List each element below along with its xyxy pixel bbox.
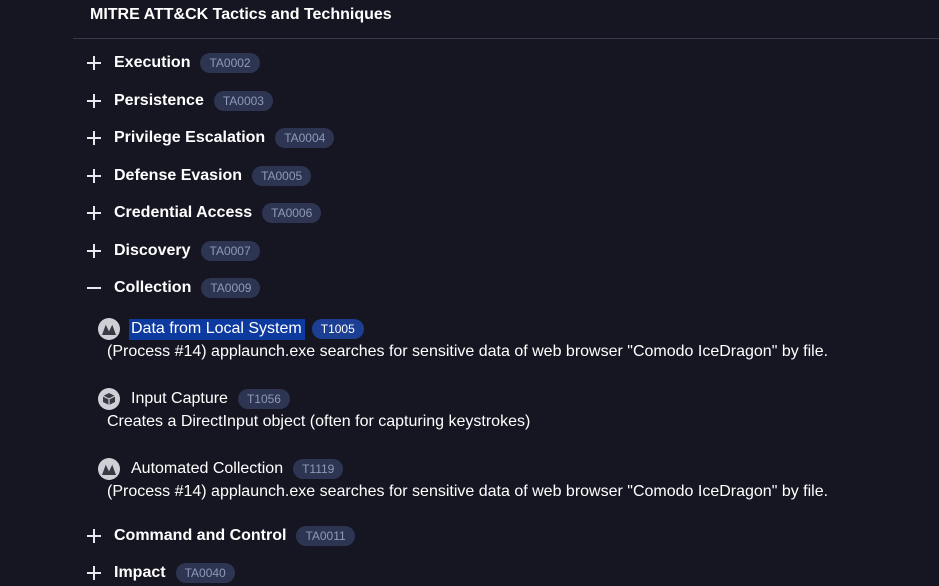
technique-description: (Process #14) applaunch.exe searches for… — [107, 343, 829, 360]
mitre-attack-panel: MITRE ATT&CK Tactics and Techniques Exec… — [0, 0, 939, 586]
plus-icon[interactable] — [86, 168, 102, 184]
tactic-id-badge: TA0040 — [175, 563, 235, 583]
tactic-name: Defense Evasion — [114, 167, 243, 184]
tactic-row-privilege-escalation[interactable]: Privilege Escalation TA0004 — [86, 125, 335, 151]
minus-icon[interactable] — [86, 280, 102, 296]
tactic-name: Collection — [114, 279, 192, 296]
tactic-id-badge: TA0003 — [213, 91, 273, 111]
mitre-logo-icon — [98, 318, 120, 340]
tactic-name: Impact — [114, 564, 166, 581]
title-divider — [73, 38, 939, 39]
technique-item: Automated Collection T1119 (Process #14)… — [98, 456, 828, 501]
tactic-name: Persistence — [114, 92, 204, 109]
plus-icon[interactable] — [86, 528, 102, 544]
technique-id-badge[interactable]: T1119 — [293, 459, 344, 479]
tactic-row-discovery[interactable]: Discovery TA0007 — [86, 238, 260, 264]
plus-icon[interactable] — [86, 565, 102, 581]
tactic-row-defense-evasion[interactable]: Defense Evasion TA0005 — [86, 163, 312, 189]
tactic-id-badge: TA0009 — [201, 278, 261, 298]
plus-icon[interactable] — [86, 93, 102, 109]
tactic-name: Discovery — [114, 242, 191, 259]
technique-description: Creates a DirectInput object (often for … — [107, 413, 531, 430]
tactic-id-badge: TA0004 — [275, 128, 335, 148]
technique-item: Input Capture T1056 Creates a DirectInpu… — [98, 386, 530, 431]
tactic-id-badge: TA0005 — [252, 166, 312, 186]
tactic-row-credential-access[interactable]: Credential Access TA0006 — [86, 200, 322, 226]
tactic-name: Credential Access — [114, 204, 253, 221]
technique-item: Data from Local System T1005 (Process #1… — [98, 316, 828, 361]
tactic-name: Execution — [114, 54, 191, 71]
technique-name[interactable]: Data from Local System — [129, 318, 305, 340]
technique-description: (Process #14) applaunch.exe searches for… — [107, 483, 829, 500]
tactic-row-persistence[interactable]: Persistence TA0003 — [86, 88, 273, 114]
tactic-row-impact[interactable]: Impact TA0040 — [86, 560, 235, 586]
tactic-id-badge: TA0011 — [296, 526, 355, 546]
tactic-id-badge: TA0006 — [262, 203, 322, 223]
tactic-name: Privilege Escalation — [114, 129, 266, 146]
tactic-row-collection[interactable]: Collection TA0009 — [86, 275, 261, 301]
tactic-row-execution[interactable]: Execution TA0002 — [86, 50, 260, 76]
technique-id-badge[interactable]: T1005 — [311, 319, 364, 339]
plus-icon[interactable] — [86, 205, 102, 221]
tactic-id-badge: TA0007 — [200, 241, 260, 261]
plus-icon[interactable] — [86, 243, 102, 259]
plus-icon[interactable] — [86, 55, 102, 71]
technique-name[interactable]: Automated Collection — [129, 459, 286, 480]
tactic-name: Command and Control — [114, 527, 287, 544]
section-title: MITRE ATT&CK Tactics and Techniques — [90, 6, 392, 23]
technique-id-badge[interactable]: T1056 — [237, 389, 290, 409]
plus-icon[interactable] — [86, 130, 102, 146]
mitre-logo-icon — [98, 458, 120, 480]
technique-name[interactable]: Input Capture — [129, 389, 231, 410]
cube-icon — [98, 388, 120, 410]
tactic-row-command-and-control[interactable]: Command and Control TA0011 — [86, 523, 355, 549]
tactic-id-badge: TA0002 — [200, 53, 260, 73]
